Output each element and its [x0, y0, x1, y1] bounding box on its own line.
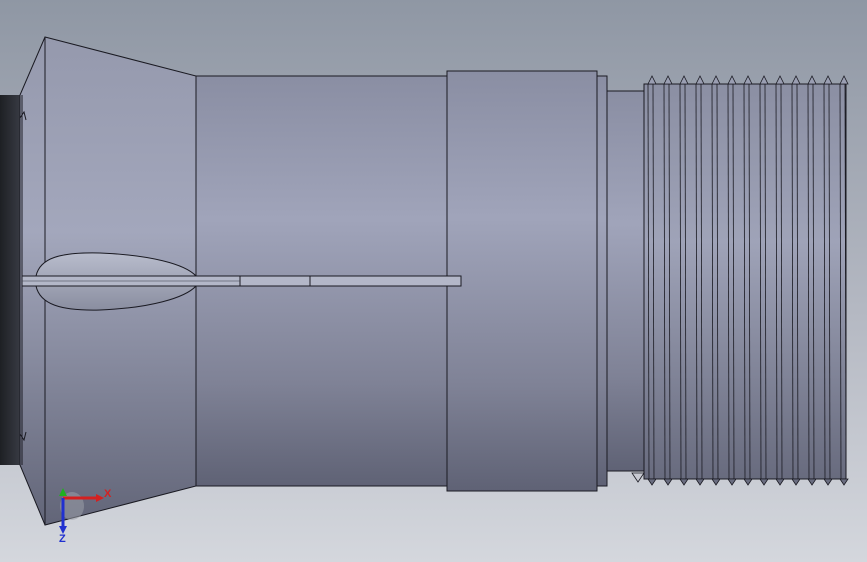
collet-step-ring[interactable] [596, 75, 608, 487]
triad-x-label: X [104, 488, 112, 500]
model-view[interactable]: X Z [0, 0, 867, 562]
collet-shoulder-segment[interactable] [446, 70, 598, 492]
thread-relief-neck[interactable] [606, 90, 645, 472]
triad-z-label: Z [59, 533, 66, 545]
cad-viewport[interactable]: X Z [0, 0, 867, 562]
left-shadow-face [0, 95, 22, 465]
